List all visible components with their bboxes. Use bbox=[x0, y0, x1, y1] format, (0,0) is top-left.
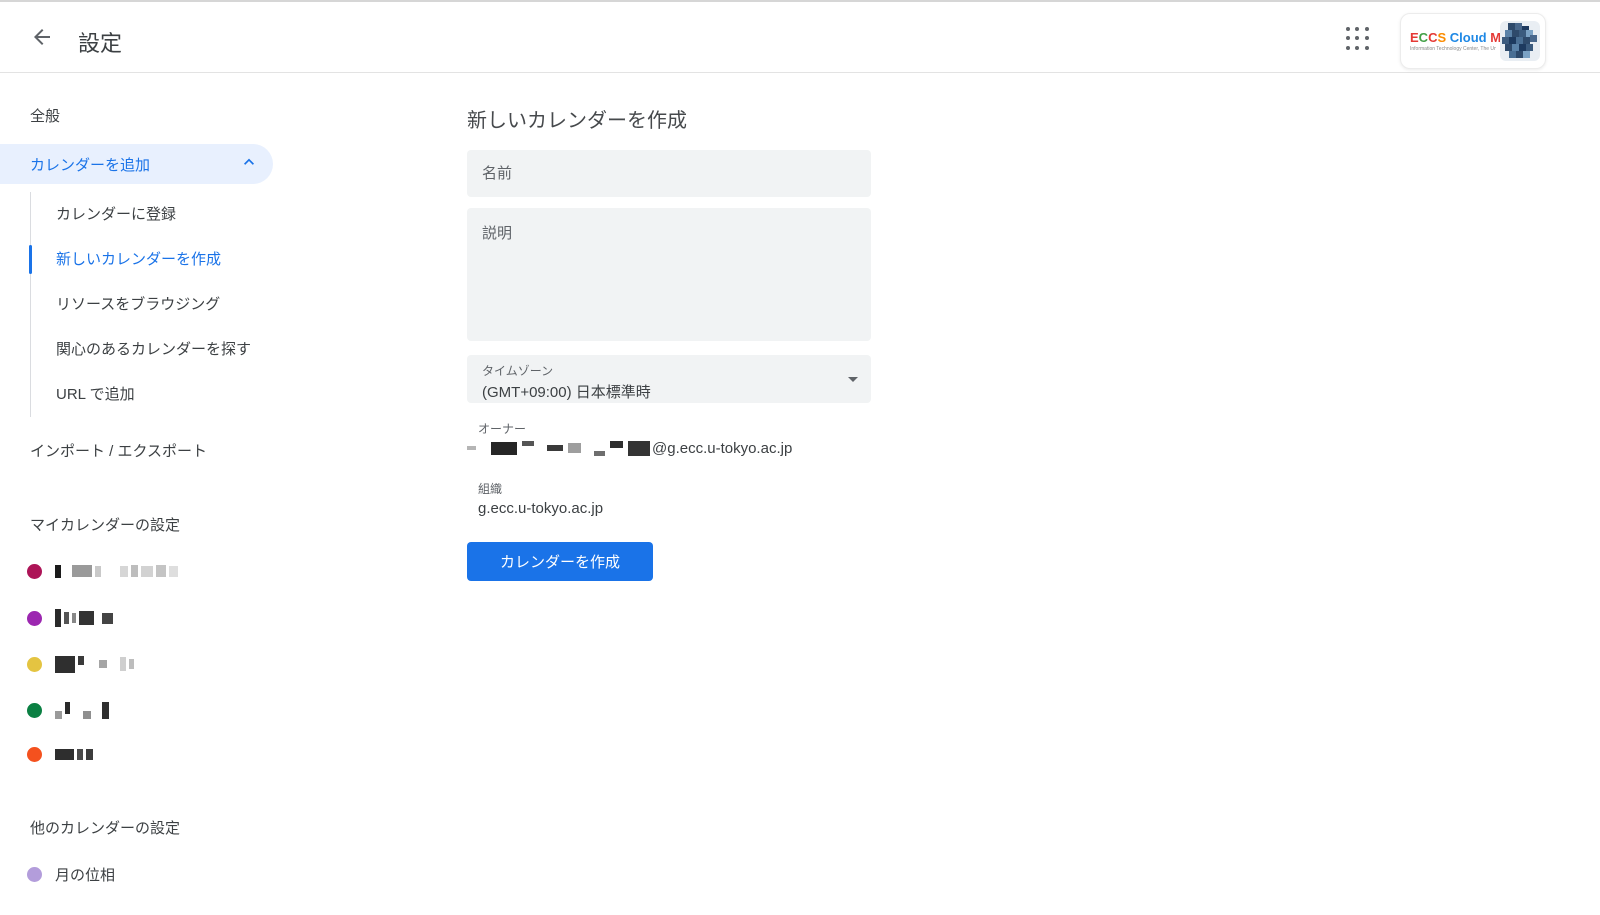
timezone-value: (GMT+09:00) 日本標準時 bbox=[482, 381, 856, 402]
eccs-logo: ECCS Cloud Mail Information Technology C… bbox=[1410, 30, 1496, 52]
timezone-label: タイムゾーン bbox=[482, 362, 856, 379]
add-calendar-label: カレンダーを追加 bbox=[30, 154, 239, 175]
calendar-color-dot bbox=[27, 703, 42, 718]
calendar-name-input[interactable] bbox=[467, 150, 871, 197]
sidebar-item-add-by-url[interactable]: URL で追加 bbox=[31, 372, 261, 417]
my-calendar-row[interactable] bbox=[27, 742, 93, 766]
redacted-calendar-name bbox=[55, 702, 109, 719]
organization-label: 組織 bbox=[478, 480, 502, 497]
my-calendar-row[interactable] bbox=[27, 698, 109, 722]
page-title: 設定 bbox=[78, 26, 122, 58]
my-calendar-row[interactable] bbox=[27, 559, 178, 583]
timezone-select[interactable]: タイムゾーン (GMT+09:00) 日本標準時 bbox=[467, 355, 871, 403]
other-calendars-heading: 他のカレンダーの設定 bbox=[30, 817, 180, 838]
dropdown-caret-icon bbox=[848, 377, 858, 382]
my-calendars-heading: マイカレンダーの設定 bbox=[30, 514, 180, 535]
back-arrow-icon bbox=[30, 25, 54, 54]
my-calendar-row[interactable] bbox=[27, 652, 134, 676]
redacted-email-local-part bbox=[467, 441, 650, 456]
owner-email-line: @g.ecc.u-tokyo.ac.jp bbox=[467, 439, 792, 457]
redacted-calendar-name bbox=[55, 749, 93, 760]
eccs-logo-subtitle: Information Technology Center, The Unive… bbox=[1410, 46, 1496, 52]
calendar-color-dot bbox=[27, 611, 42, 626]
calendar-color-dot bbox=[27, 657, 42, 672]
add-calendar-sub-list: カレンダーに登録 新しいカレンダーを作成 リソースをブラウジング 関心のあるカレ… bbox=[30, 192, 270, 417]
other-calendar-row-moon-phases[interactable]: 月の位相 bbox=[27, 862, 115, 886]
calendar-name: 月の位相 bbox=[55, 864, 115, 885]
back-button[interactable] bbox=[22, 19, 62, 59]
calendar-description-input[interactable] bbox=[467, 208, 871, 341]
google-apps-button[interactable] bbox=[1336, 17, 1380, 61]
owner-label: オーナー bbox=[478, 420, 526, 437]
sidebar-item-browse-resources[interactable]: リソースをブラウジング bbox=[31, 282, 261, 327]
header-bar: 設定 ECCS Cloud Mail Information Technolog… bbox=[0, 2, 1600, 73]
sidebar-item-create-new-calendar[interactable]: 新しいカレンダーを作成 bbox=[31, 237, 261, 282]
avatar bbox=[1500, 21, 1540, 61]
create-calendar-button[interactable]: カレンダーを作成 bbox=[467, 542, 653, 581]
owner-email-domain: @g.ecc.u-tokyo.ac.jp bbox=[652, 440, 792, 457]
sidebar-item-add-calendar[interactable]: カレンダーを追加 bbox=[0, 144, 273, 184]
calendar-color-dot bbox=[27, 564, 42, 579]
my-calendar-row[interactable] bbox=[27, 606, 113, 630]
redacted-calendar-name bbox=[55, 609, 113, 627]
account-button[interactable]: ECCS Cloud Mail Information Technology C… bbox=[1400, 13, 1546, 69]
redacted-calendar-name bbox=[55, 565, 178, 578]
chevron-up-icon bbox=[239, 152, 259, 176]
redacted-calendar-name bbox=[55, 656, 134, 673]
sidebar-item-general[interactable]: 全般 bbox=[30, 105, 60, 126]
settings-sidebar: 全般 カレンダーを追加 カレンダーに登録 新しいカレンダーを作成 リソースをブラ… bbox=[0, 74, 440, 915]
eccs-logo-text: ECCS Cloud Mail bbox=[1410, 30, 1496, 45]
calendar-color-dot bbox=[27, 867, 42, 882]
sidebar-item-import-export[interactable]: インポート / エクスポート bbox=[30, 440, 207, 461]
sidebar-item-browse-calendars-of-interest[interactable]: 関心のあるカレンダーを探す bbox=[31, 327, 261, 372]
section-heading: 新しいカレンダーを作成 bbox=[467, 104, 687, 133]
calendar-color-dot bbox=[27, 747, 42, 762]
sidebar-item-subscribe-calendar[interactable]: カレンダーに登録 bbox=[31, 192, 261, 237]
organization-value: g.ecc.u-tokyo.ac.jp bbox=[478, 500, 603, 517]
apps-grid-icon bbox=[1346, 27, 1370, 51]
